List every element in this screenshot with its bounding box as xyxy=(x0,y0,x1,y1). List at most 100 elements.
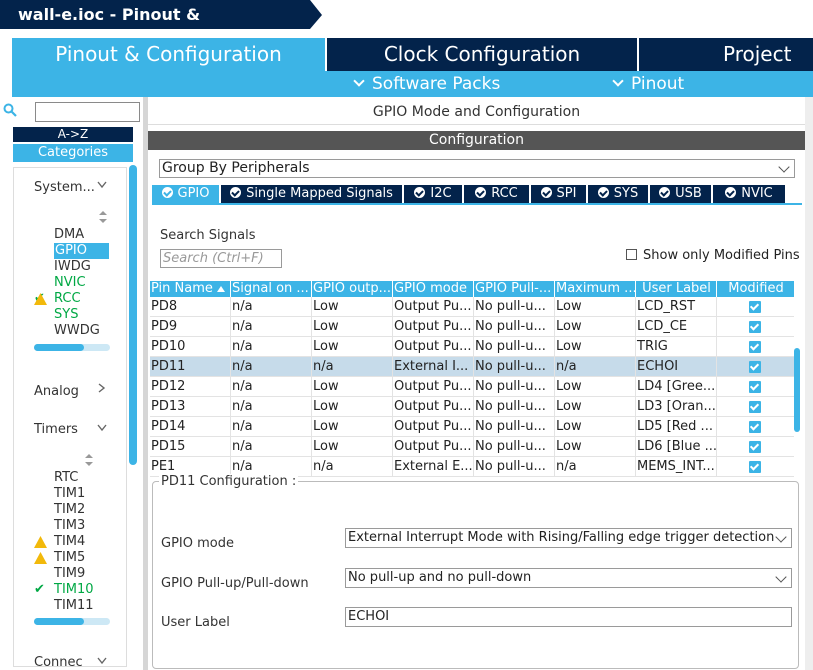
table-row[interactable]: PD13 n/a Low Output Pu... No pull-u... Low LD3… xyxy=(150,397,794,417)
signal-cell: n/a xyxy=(231,377,312,397)
chevron-right-icon[interactable] xyxy=(98,383,106,393)
tab-clock-configuration[interactable]: Clock Configuration xyxy=(327,38,637,71)
max-speed-cell: Low xyxy=(555,377,636,397)
category-item-gpio[interactable]: GPIO xyxy=(54,243,109,259)
horizontal-scrollbar[interactable] xyxy=(34,344,110,351)
group-connectivity[interactable]: Connec xyxy=(34,655,83,666)
table-vertical-scrollbar[interactable] xyxy=(794,348,800,432)
modified-checkbox[interactable] xyxy=(749,421,761,433)
tab-spi[interactable]: SPI xyxy=(531,185,586,203)
tab-gpio[interactable]: GPIO xyxy=(152,185,219,203)
left-search-input[interactable] xyxy=(35,102,140,122)
modified-checkbox[interactable] xyxy=(749,441,761,453)
col-user-label[interactable]: User Label xyxy=(636,281,717,297)
warning-icon xyxy=(34,293,47,305)
configuration-bar: Configuration xyxy=(148,131,805,150)
modified-cell xyxy=(717,397,794,417)
group-by-select[interactable]: Group By Peripherals xyxy=(159,159,795,178)
max-speed-cell: n/a xyxy=(555,357,636,377)
table-row[interactable]: PD8 n/a Low Output Pu... No pull-u... Low LCD_… xyxy=(150,297,794,317)
col-modified[interactable]: Modified xyxy=(717,281,794,297)
user-label-cell: LCD_CE xyxy=(636,317,717,337)
tab-label: USB xyxy=(675,186,702,201)
signal-cell: n/a xyxy=(231,417,312,437)
modified-checkbox[interactable] xyxy=(749,361,761,373)
gpio-pull-cell: No pull-u... xyxy=(474,357,555,377)
table-row[interactable]: PD14 n/a Low Output Pu... No pull-u... Low LD5… xyxy=(150,417,794,437)
modified-checkbox[interactable] xyxy=(749,381,761,393)
category-item-nvic[interactable]: NVIC xyxy=(54,275,86,291)
table-row[interactable]: PD11 n/a n/a External I... No pull-u... n/a EC… xyxy=(150,357,794,377)
max-speed-cell: Low xyxy=(555,437,636,457)
col-maximum-speed[interactable]: Maximum ... xyxy=(555,281,636,297)
tab-single-mapped-signals[interactable]: Single Mapped Signals xyxy=(221,185,402,203)
show-modified-checkbox[interactable]: Show only Modified Pins xyxy=(626,248,800,263)
modified-checkbox[interactable] xyxy=(749,461,761,473)
gpio-mode-cell: Output Pu... xyxy=(393,317,474,337)
category-item-rtc[interactable]: RTC xyxy=(54,470,78,486)
chevron-down-icon[interactable] xyxy=(97,181,107,189)
tab-rcc[interactable]: RCC xyxy=(464,185,529,203)
tab-nvic[interactable]: NVIC xyxy=(713,185,785,203)
user-label-cell: LD4 [Gree... xyxy=(636,377,717,397)
search-signals-input[interactable]: Search (Ctrl+F) xyxy=(160,249,282,268)
user-label-cell: LCD_RST xyxy=(636,297,717,317)
modified-checkbox[interactable] xyxy=(749,401,761,413)
col-pin-name[interactable]: Pin Name xyxy=(150,281,231,297)
tab-usb[interactable]: USB xyxy=(650,185,711,203)
tab-label: SPI xyxy=(556,186,577,201)
table-row[interactable]: PD9 n/a Low Output Pu... No pull-u... Low LCD_… xyxy=(150,317,794,337)
chevron-down-icon[interactable] xyxy=(97,424,107,432)
category-item-rcc[interactable]: RCC xyxy=(54,291,81,307)
left-vertical-scrollbar[interactable] xyxy=(129,165,137,465)
category-item-tim9[interactable]: TIM9 xyxy=(54,566,85,582)
category-item-tim4[interactable]: TIM4 xyxy=(54,534,85,550)
tab-project-manager[interactable]: Project Ma xyxy=(639,38,813,99)
modified-checkbox[interactable] xyxy=(749,341,761,353)
group-timers[interactable]: Timers xyxy=(34,422,78,437)
modified-checkbox[interactable] xyxy=(749,301,761,313)
tab-i2c[interactable]: I2C xyxy=(404,185,462,203)
tab-pinout-configuration[interactable]: Pinout & Configuration xyxy=(12,38,325,71)
category-list: System... DMA GPIO IWDG NVIC ✔ RCC SYS W… xyxy=(13,167,127,667)
pinout-menu[interactable]: Pinout xyxy=(612,71,684,97)
category-item-tim10[interactable]: TIM10 xyxy=(54,582,94,598)
category-item-dma[interactable]: DMA xyxy=(54,227,84,243)
table-row[interactable]: PD10 n/a Low Output Pu... No pull-u... Low TRI… xyxy=(150,337,794,357)
col-gpio-output-level[interactable]: GPIO outp... xyxy=(312,281,393,297)
category-item-tim11[interactable]: TIM11 xyxy=(54,598,94,614)
horizontal-scrollbar[interactable] xyxy=(34,618,110,625)
sort-az-button[interactable]: A->Z xyxy=(13,127,133,142)
sort-icon[interactable] xyxy=(84,453,94,467)
categories-tab[interactable]: Categories xyxy=(13,144,133,162)
col-gpio-pull[interactable]: GPIO Pull-... xyxy=(474,281,555,297)
col-signal-on-pin[interactable]: Signal on ... xyxy=(231,281,312,297)
sort-icon[interactable] xyxy=(98,210,108,224)
category-item-wwdg[interactable]: WWDG xyxy=(54,323,100,339)
category-item-tim5[interactable]: TIM5 xyxy=(54,550,85,566)
checkbox-icon xyxy=(626,249,637,260)
software-packs-label: Software Packs xyxy=(372,74,501,94)
gpio-mode-select[interactable]: External Interrupt Mode with Rising/Fall… xyxy=(345,528,792,548)
category-item-tim2[interactable]: TIM2 xyxy=(54,502,85,518)
category-item-iwdg[interactable]: IWDG xyxy=(54,259,91,275)
category-item-tim3[interactable]: TIM3 xyxy=(54,518,85,534)
chevron-down-icon[interactable] xyxy=(97,657,107,665)
pin-name-cell: PD10 xyxy=(150,337,231,357)
gpio-pull-select[interactable]: No pull-up and no pull-down xyxy=(345,568,792,588)
col-gpio-mode[interactable]: GPIO mode xyxy=(393,281,474,297)
category-item-tim1[interactable]: TIM1 xyxy=(54,486,85,502)
software-packs-menu[interactable]: Software Packs xyxy=(353,71,501,97)
search-icon[interactable] xyxy=(3,103,17,117)
tab-sys[interactable]: SYS xyxy=(588,185,648,203)
table-row[interactable]: PD15 n/a Low Output Pu... No pull-u... Low LD6… xyxy=(150,437,794,457)
user-label-cell: LD5 [Red ... xyxy=(636,417,717,437)
group-system[interactable]: System... xyxy=(34,180,95,195)
group-analog[interactable]: Analog xyxy=(34,384,79,399)
category-item-sys[interactable]: SYS xyxy=(54,307,78,323)
gpio-pull-label: GPIO Pull-up/Pull-down xyxy=(161,576,309,591)
user-label-input[interactable]: ECHOI xyxy=(345,607,792,627)
modified-checkbox[interactable] xyxy=(749,321,761,333)
table-row[interactable]: PD12 n/a Low Output Pu... No pull-u... Low LD4… xyxy=(150,377,794,397)
gpio-pull-value: No pull-up and no pull-down xyxy=(348,570,532,585)
